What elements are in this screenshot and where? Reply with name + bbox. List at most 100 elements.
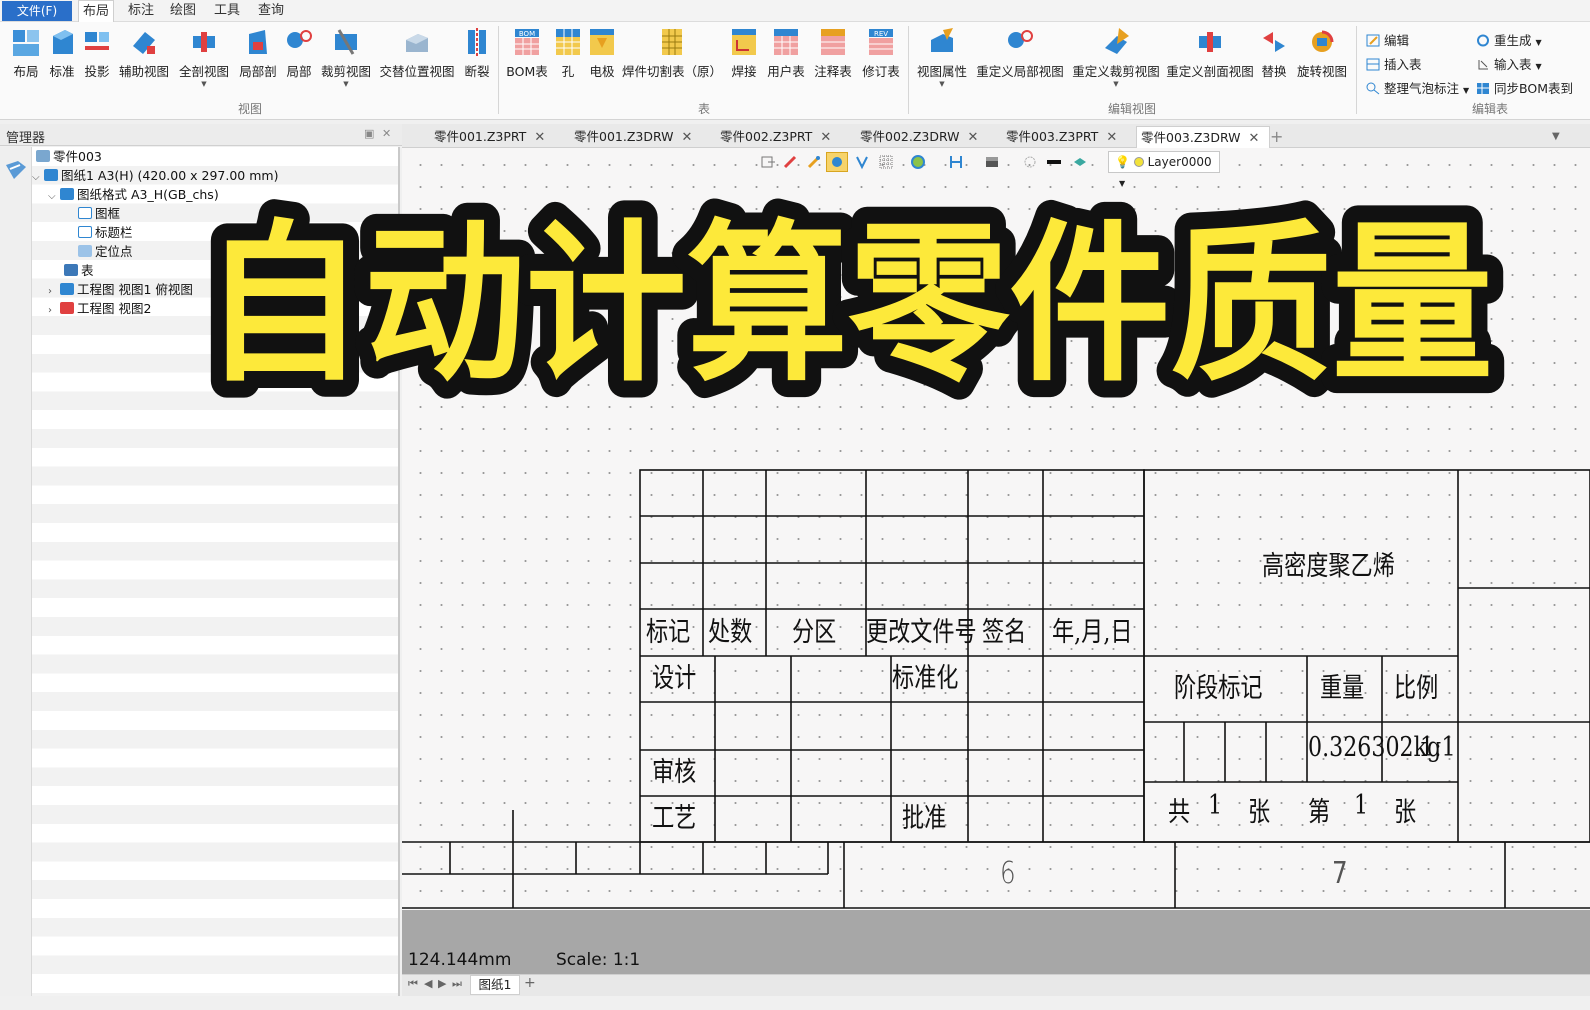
view-properties-button[interactable]: 视图属性 ▼ xyxy=(914,26,970,88)
close-icon[interactable]: ✕ xyxy=(534,130,545,145)
line-style-icon[interactable] xyxy=(1046,154,1062,170)
weldment-cut-list-button[interactable]: 焊件切割表（原） xyxy=(622,26,722,80)
full-section-button[interactable]: 全剖视图 ▼ xyxy=(176,26,232,88)
layout-button[interactable]: 布局 xyxy=(6,26,46,80)
tree-item-view1[interactable]: › 工程图 视图1 俯视图 xyxy=(48,280,193,299)
exit-icon[interactable] xyxy=(760,154,776,170)
bottom-strip xyxy=(0,996,1590,1010)
render-icon[interactable] xyxy=(984,154,1000,170)
doc-tab-part001-drw[interactable]: 零件001.Z3DRW ✕ xyxy=(570,126,692,148)
sheet-bar: ⏮ ◀ ▶ ⏭ 图纸1 + xyxy=(402,974,1590,996)
prev-sheet-icon[interactable]: ◀ xyxy=(424,977,432,990)
header-change-doc: 更改文件号 xyxy=(866,617,977,648)
tree-item-part[interactable]: 零件003 xyxy=(36,147,102,166)
last-sheet-icon[interactable]: ⏭ xyxy=(452,977,462,991)
note-table-button[interactable]: 注释表 xyxy=(810,26,856,80)
header-date: 年,月,日 xyxy=(1052,617,1133,648)
new-tab-button[interactable]: + xyxy=(1266,126,1283,148)
select-filter-icon[interactable] xyxy=(826,152,848,172)
doc-tab-part001-prt[interactable]: 零件001.Z3PRT ✕ xyxy=(430,126,545,148)
break-view-button[interactable]: 断裂 xyxy=(460,26,494,80)
auxiliary-view-button[interactable]: 辅助视图 xyxy=(116,26,172,80)
header-count: 处数 xyxy=(708,617,753,648)
dimension-icon[interactable] xyxy=(948,154,964,170)
tab-layout[interactable]: 布局 xyxy=(78,0,115,22)
brush-icon[interactable] xyxy=(806,154,822,170)
weld-table-button[interactable]: 焊接 xyxy=(726,26,762,80)
menu-bar: 文件(F) 布局 标注 绘图 工具 查询 xyxy=(0,0,1590,22)
doc-tab-part003-prt[interactable]: 零件003.Z3PRT ✕ xyxy=(1002,126,1117,148)
add-sheet-button[interactable]: + xyxy=(524,975,536,991)
bom-table-button[interactable]: BOM BOM表 xyxy=(504,26,550,80)
expand-icon[interactable]: › xyxy=(48,301,60,320)
tree-item-table[interactable]: 表 xyxy=(64,261,94,280)
close-icon[interactable]: ✕ xyxy=(1249,131,1260,146)
alternate-position-view-button[interactable]: 交替位置视图 xyxy=(378,26,456,80)
crop-view-button[interactable]: 裁剪视图 ▼ xyxy=(320,26,372,88)
tab-annotate[interactable]: 标注 xyxy=(124,0,158,22)
partial-section-button[interactable]: 局部剖 xyxy=(236,26,280,80)
table-icon xyxy=(64,264,78,276)
tab-list-dropdown[interactable]: ▼ xyxy=(1548,126,1560,148)
edit-table-button[interactable]: 编辑 xyxy=(1366,30,1409,49)
user-table-icon xyxy=(771,26,801,58)
doc-tab-part002-prt[interactable]: 零件002.Z3PRT ✕ xyxy=(716,126,831,148)
redefine-section-view-button[interactable]: 重定义剖面视图 xyxy=(1164,26,1256,80)
close-icon[interactable]: ✕ xyxy=(968,130,979,145)
current-sheet: 1 xyxy=(1354,790,1369,821)
regenerate-button[interactable]: 重生成 ▼ xyxy=(1476,30,1542,49)
electrode-table-button[interactable]: 电极 xyxy=(586,26,618,80)
snap-icon[interactable] xyxy=(854,154,870,170)
projection-button[interactable]: 投影 xyxy=(80,26,114,80)
rotate-view-button[interactable]: 旋转视图 xyxy=(1294,26,1350,80)
close-icon[interactable]: ✕ xyxy=(682,130,693,145)
close-icon[interactable]: ✕ xyxy=(382,127,391,140)
layer-manager-icon[interactable] xyxy=(1072,154,1088,170)
user-table-button[interactable]: 用户表 xyxy=(764,26,808,80)
tab-query[interactable]: 查询 xyxy=(254,0,288,22)
edit-icon xyxy=(1366,34,1380,47)
doc-tab-part002-drw[interactable]: 零件002.Z3DRW ✕ xyxy=(856,126,978,148)
collapse-icon[interactable]: ⌵ xyxy=(48,187,60,206)
group-divider xyxy=(1356,26,1357,114)
light-icon[interactable] xyxy=(1022,154,1038,170)
break-view-icon xyxy=(462,26,492,58)
grid-icon[interactable] xyxy=(878,154,894,170)
redefine-detail-view-button[interactable]: 重定义局部视图 xyxy=(974,26,1066,80)
close-icon[interactable]: ✕ xyxy=(1106,130,1117,145)
display-mode-icon[interactable] xyxy=(910,154,926,170)
collapse-icon[interactable]: ⌵ xyxy=(32,168,44,187)
weldment-cut-list-icon xyxy=(657,26,687,58)
pin-icon[interactable]: ▣ xyxy=(364,127,374,140)
insert-table-button[interactable]: 插入表 xyxy=(1366,54,1422,73)
label-nth: 第 xyxy=(1308,797,1331,828)
detail-view-icon xyxy=(284,26,314,58)
layer-select[interactable]: 💡 Layer0000 ▼ xyxy=(1108,151,1220,188)
doc-tab-part003-drw[interactable]: 零件003.Z3DRW ✕ xyxy=(1136,126,1270,148)
hole-table-button[interactable]: 孔 xyxy=(552,26,584,80)
view-icon xyxy=(60,283,74,295)
tree-item-view2[interactable]: › 工程图 视图2 xyxy=(48,299,151,318)
next-sheet-icon[interactable]: ▶ xyxy=(438,977,446,990)
replace-button[interactable]: 替换 xyxy=(1258,26,1290,80)
close-icon[interactable]: ✕ xyxy=(820,130,831,145)
arrange-balloons-button[interactable]: 整理气泡标注 ▼ xyxy=(1366,78,1469,97)
pencil-icon[interactable] xyxy=(782,154,798,170)
revision-table-button[interactable]: REV 修订表 xyxy=(858,26,904,80)
tab-tools[interactable]: 工具 xyxy=(210,0,244,22)
redefine-crop-view-button[interactable]: 重定义裁剪视图 ▼ xyxy=(1070,26,1162,88)
sync-bom-button[interactable]: 同步BOM表到 xyxy=(1476,78,1573,97)
detail-view-button[interactable]: 局部 xyxy=(282,26,316,80)
sheet-tab[interactable]: 图纸1 xyxy=(470,975,520,995)
drawing-manager-icon[interactable] xyxy=(4,159,28,181)
first-sheet-icon[interactable]: ⏮ xyxy=(408,977,418,991)
file-menu[interactable]: 文件(F) xyxy=(2,1,72,21)
tree-item-frame[interactable]: 图框 xyxy=(78,204,120,223)
tree-item-anchor[interactable]: 定位点 xyxy=(78,242,133,261)
import-table-button[interactable]: 输入表 ▼ xyxy=(1476,54,1542,73)
tab-draw[interactable]: 绘图 xyxy=(166,0,200,22)
revision-table-icon: REV xyxy=(866,26,896,58)
label-scale: 比例 xyxy=(1394,673,1439,704)
standard-view-button[interactable]: 标准 xyxy=(46,26,78,80)
tree-item-title-block[interactable]: 标题栏 xyxy=(78,223,133,242)
